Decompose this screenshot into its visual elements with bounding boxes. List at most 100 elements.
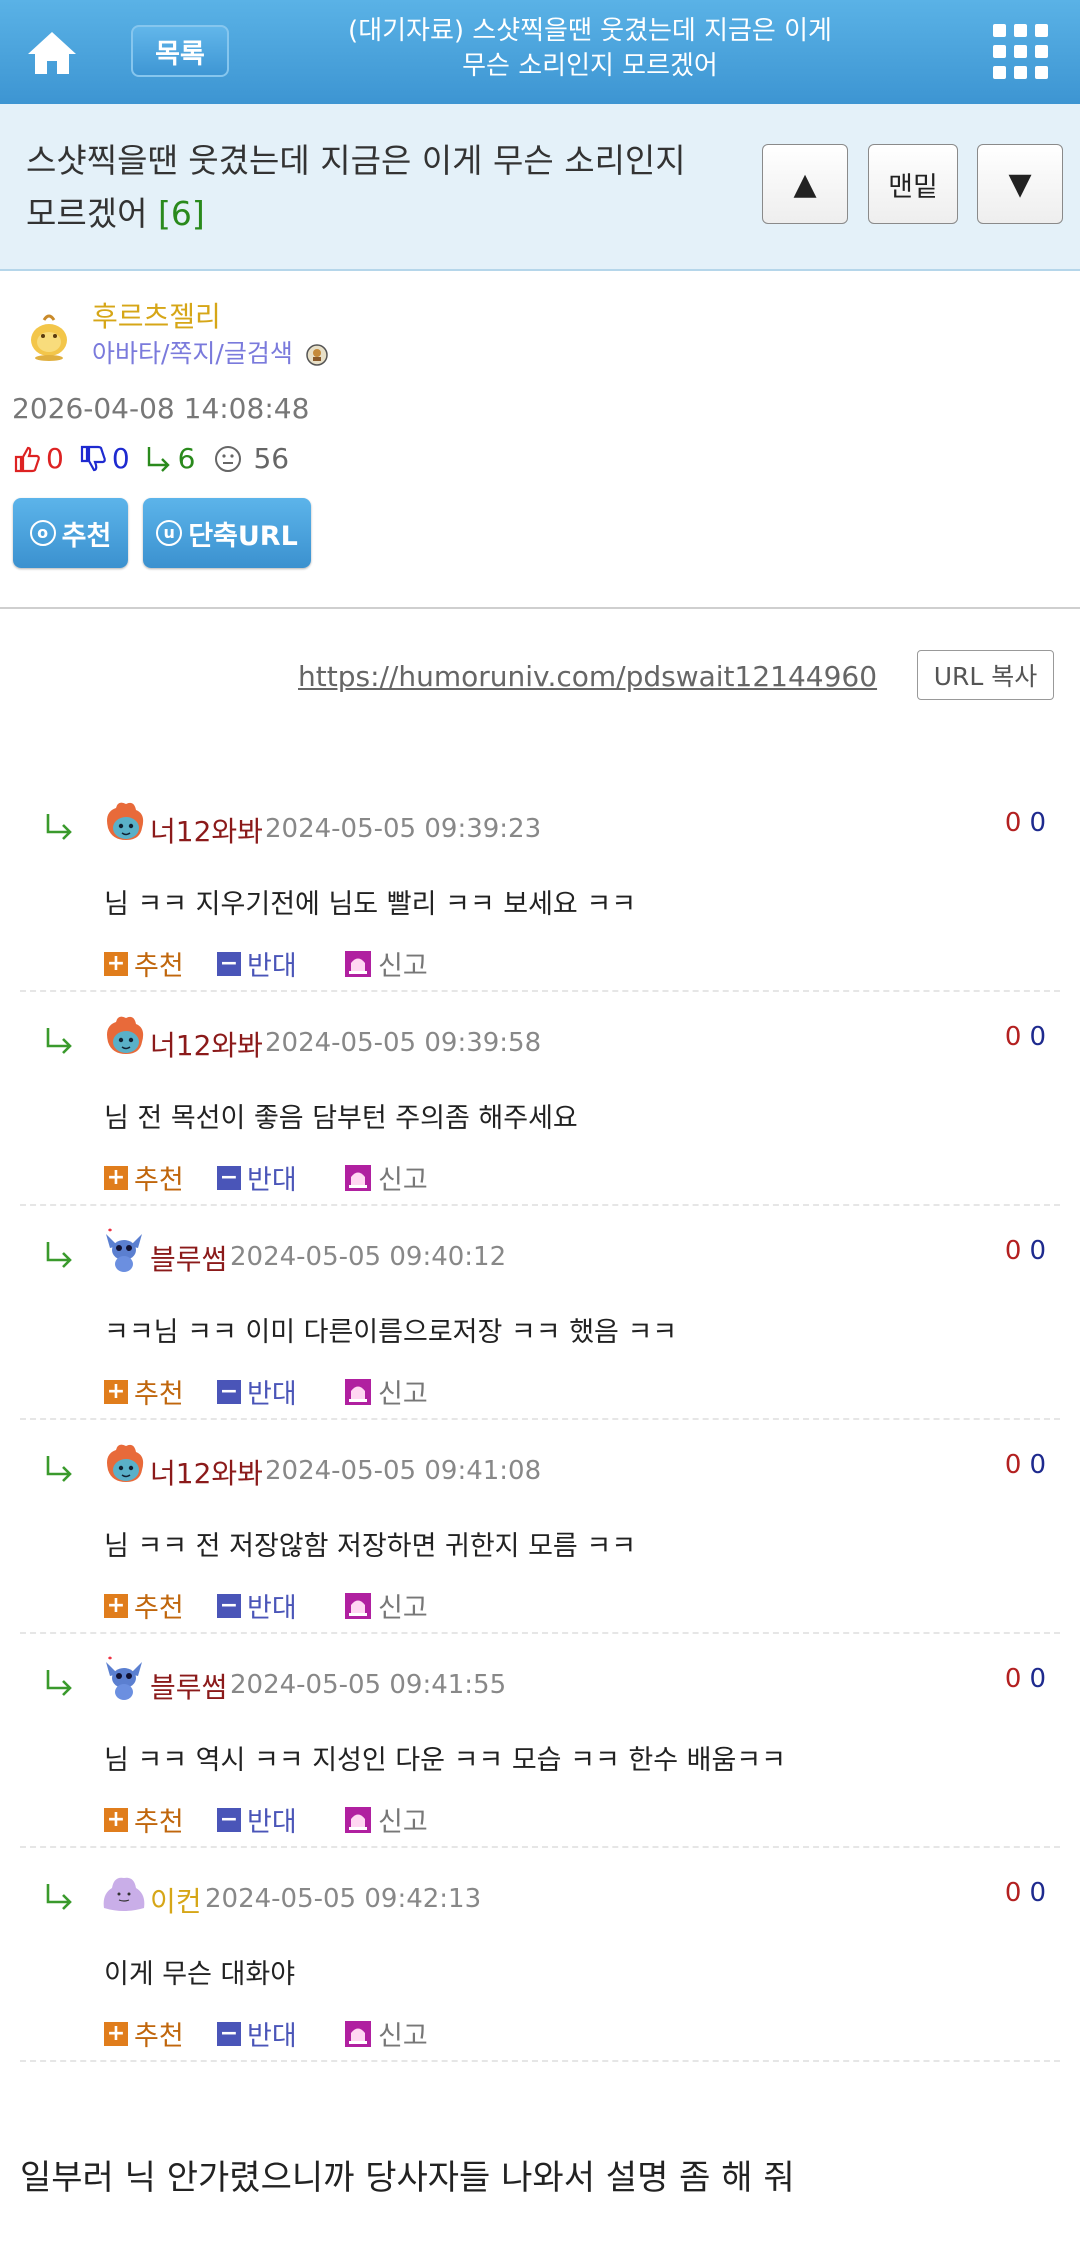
reply-arrow-icon xyxy=(147,446,170,472)
post-body-text: 일부러 닉 안가렸으니까 당사자들 나와서 설명 좀 해 줘 xyxy=(20,2158,795,2198)
author-avatar[interactable] xyxy=(24,308,74,364)
comment-oppose-button[interactable]: − 반대 xyxy=(217,1372,297,1411)
commenter-name[interactable]: 너12와봐 xyxy=(150,1452,263,1492)
comment-report-label: 신고 xyxy=(378,1379,428,1410)
commenter-avatar[interactable] xyxy=(100,1440,148,1488)
comment-oppose-button[interactable]: − 반대 xyxy=(217,1586,297,1625)
siren-icon xyxy=(345,2020,371,2047)
comment-report-label: 신고 xyxy=(378,1807,428,1838)
comment-report-button[interactable]: 신고 xyxy=(344,1586,428,1625)
view-count: 56 xyxy=(253,442,290,475)
scroll-up-button[interactable]: ▲ xyxy=(762,144,848,224)
comment-divider xyxy=(20,2060,1060,2062)
minus-icon: − xyxy=(217,1593,241,1618)
reply-arrow-icon xyxy=(46,1670,72,1696)
comment-report-label: 신고 xyxy=(378,2021,428,2052)
recommend-button-label: 추천 xyxy=(61,520,112,552)
comment-oppose-button[interactable]: − 반대 xyxy=(217,1800,297,1839)
plus-icon: + xyxy=(104,1807,128,1832)
author-name[interactable]: 후르츠젤리 xyxy=(92,295,221,335)
commenter-avatar[interactable] xyxy=(100,1012,148,1060)
top-header: 목록 (대기자료) 스샷찍을땐 웃겼는데 지금은 이게 무슨 소리인지 모르겠어 xyxy=(0,0,1080,104)
commenter-avatar[interactable] xyxy=(100,1654,148,1702)
commenter-name[interactable]: 블루썸 xyxy=(150,1238,227,1278)
post-date: 2026-04-08 14:08:48 xyxy=(12,392,310,425)
comment-report-button[interactable]: 신고 xyxy=(344,1158,428,1197)
header-title-line2: 무슨 소리인지 모르겠어 xyxy=(462,51,718,81)
scroll-bottom-button[interactable]: 맨밑 xyxy=(868,144,958,224)
short-url-button-label: 단축URL xyxy=(188,520,298,552)
home-icon[interactable] xyxy=(22,22,82,82)
comment-up-count: 0 xyxy=(1004,1878,1022,1908)
commenter-name[interactable]: 너12와봐 xyxy=(150,810,263,850)
comment-recommend-label: 추천 xyxy=(134,1165,184,1196)
comment-recommend-button[interactable]: + 추천 xyxy=(104,2014,184,2053)
comment-recommend-label: 추천 xyxy=(134,951,184,982)
post-title-bar: 스샷찍을땐 웃겼는데 지금은 이게 무슨 소리인지 모르겠어 [6] ▲ 맨밑 … xyxy=(0,104,1080,271)
section-divider xyxy=(0,607,1080,609)
comment-recommend-button[interactable]: + 추천 xyxy=(104,1800,184,1839)
comment-recommend-label: 추천 xyxy=(134,1379,184,1410)
author-links[interactable]: 아바타/쪽지/글검색 xyxy=(92,334,329,370)
grid-menu-icon[interactable] xyxy=(993,24,1049,80)
comment-item: 블루썸 2024-05-05 09:40:12 0 0 ㅋㅋ님 ㅋㅋ 이미 다른이름으로… xyxy=(20,1206,1060,1420)
url-copy-button[interactable]: URL 복사 xyxy=(917,650,1054,700)
thumbs-up-icon[interactable] xyxy=(12,444,42,474)
thumbs-down-icon[interactable] xyxy=(78,444,108,474)
comment-up-count: 0 xyxy=(1004,1664,1022,1694)
comment-date: 2024-05-05 09:39:23 xyxy=(265,814,542,844)
short-url-button[interactable]: u 단축URL xyxy=(143,498,311,568)
comment-up-count: 0 xyxy=(1004,808,1022,838)
comment-recommend-button[interactable]: + 추천 xyxy=(104,1158,184,1197)
comment-text: 이게 무슨 대화야 xyxy=(104,1959,296,1990)
comment-text: 님 ㅋㅋ 지우기전에 님도 빨리 ㅋㅋ 보세요 ㅋㅋ xyxy=(104,889,637,920)
commenter-avatar[interactable] xyxy=(100,798,148,846)
plus-icon: + xyxy=(104,1379,128,1404)
comment-text: 님 ㅋㅋ 전 저장않함 저장하면 귀한지 모름 ㅋㅋ xyxy=(104,1531,637,1562)
commenter-avatar[interactable] xyxy=(100,1868,148,1916)
comment-item: 너12와봐 2024-05-05 09:39:23 0 0 님 ㅋㅋ 지우기전에 님도 … xyxy=(20,778,1060,992)
comment-report-button[interactable]: 신고 xyxy=(344,1800,428,1839)
plus-icon: + xyxy=(104,1593,128,1618)
commenter-name[interactable]: 너12와봐 xyxy=(150,1024,263,1064)
comment-down-count: 0 xyxy=(1029,1878,1046,1908)
commenter-name[interactable]: 이컨 xyxy=(150,1880,202,1920)
comment-oppose-button[interactable]: − 반대 xyxy=(217,944,297,983)
post-url-link[interactable]: https://humoruniv.com/pdswait12144960 xyxy=(298,660,877,693)
recommend-button[interactable]: o 추천 xyxy=(13,498,128,568)
comment-recommend-button[interactable]: + 추천 xyxy=(104,1586,184,1625)
header-title-line1: (대기자료) 스샷찍을땐 웃겼는데 지금은 이게 xyxy=(348,16,832,46)
comment-oppose-button[interactable]: − 반대 xyxy=(217,2014,297,2053)
minus-icon: − xyxy=(217,2021,241,2046)
comment-votes: 00 xyxy=(1005,1450,1046,1480)
smiley-icon xyxy=(215,445,242,472)
comment-item: 너12와봐 2024-05-05 09:39:58 0 0 님 전 목선이 좋음 담부턴… xyxy=(20,992,1060,1206)
comment-oppose-button[interactable]: − 반대 xyxy=(217,1158,297,1197)
author-links-text[interactable]: 아바타/쪽지/글검색 xyxy=(92,339,293,368)
comment-item: 이컨 2024-05-05 09:42:13 0 0 이게 무슨 대화야 + 추천 − 반대 신고 xyxy=(20,1848,1060,2062)
comment-report-button[interactable]: 신고 xyxy=(344,944,428,983)
siren-icon xyxy=(345,1378,371,1405)
comment-up-count: 0 xyxy=(1004,1450,1022,1480)
scroll-down-button[interactable]: ▼ xyxy=(977,144,1063,224)
comment-report-label: 신고 xyxy=(378,1165,428,1196)
comment-votes: 00 xyxy=(1005,1022,1046,1052)
minus-icon: − xyxy=(217,1165,241,1190)
comment-recommend-label: 추천 xyxy=(134,1593,184,1624)
reply-arrow-icon xyxy=(46,1028,72,1054)
reply-arrow-icon xyxy=(46,1456,72,1482)
comment-recommend-button[interactable]: + 추천 xyxy=(104,944,184,983)
siren-icon xyxy=(345,950,371,977)
siren-icon xyxy=(345,1806,371,1833)
comment-votes: 00 xyxy=(1005,1236,1046,1266)
comment-report-button[interactable]: 신고 xyxy=(344,2014,428,2053)
comment-recommend-label: 추천 xyxy=(134,2021,184,2052)
commenter-avatar[interactable] xyxy=(100,1226,148,1274)
commenter-name[interactable]: 블루썸 xyxy=(150,1666,227,1706)
comment-recommend-button[interactable]: + 추천 xyxy=(104,1372,184,1411)
comment-report-button[interactable]: 신고 xyxy=(344,1372,428,1411)
comment-votes: 00 xyxy=(1005,1664,1046,1694)
list-button[interactable]: 목록 xyxy=(131,25,229,77)
comment-oppose-label: 반대 xyxy=(247,1593,297,1624)
reply-arrow-icon xyxy=(46,1242,72,1268)
